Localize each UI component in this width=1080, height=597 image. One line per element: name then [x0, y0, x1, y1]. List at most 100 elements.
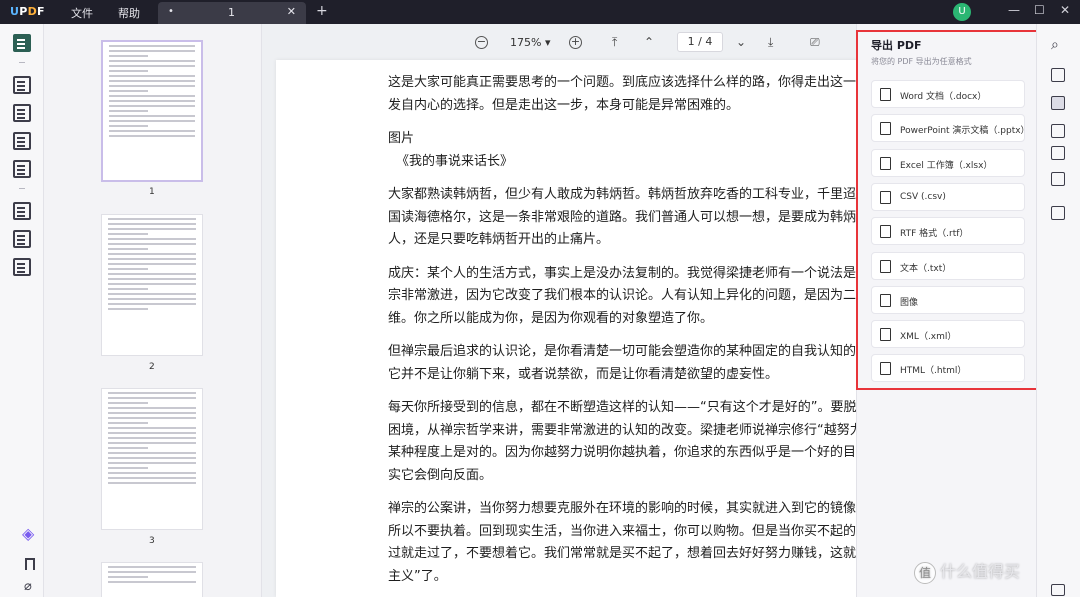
reader-mode-icon[interactable] [13, 34, 31, 52]
comment-list-icon[interactable] [1051, 584, 1065, 596]
menu-help[interactable]: 帮助 [118, 5, 140, 21]
attachment-icon[interactable]: ⌀ [24, 579, 32, 594]
text-icon [880, 259, 891, 273]
document-line: 大家都熟读韩炳哲，但少有人敢成为韩炳哲。韩炳哲放弃吃香的工科专业，千里迢迢 [388, 187, 870, 202]
document-line: 图片 [388, 131, 415, 146]
page-thumbnail-2[interactable] [101, 214, 203, 356]
page-number-input[interactable]: 1 / 4 [677, 32, 723, 52]
bookmark-icon[interactable] [25, 558, 35, 570]
document-line: 维。你之所以能成为你，是因为你观看的对象塑造了你。 [388, 310, 714, 326]
document-paragraph: 大家都熟读韩炳哲，但少有人敢成为韩炳哲。韩炳哲放弃吃香的工科专业，千里迢迢 国读海… [388, 184, 908, 252]
html-icon [880, 362, 891, 376]
email-icon[interactable] [1051, 172, 1065, 186]
export-pdf-icon[interactable] [1051, 96, 1065, 110]
excel-icon [880, 156, 891, 170]
export-pdf-panel: 导出 PDF 将您的 PDF 导出为任意格式 Word 文档（.docx） Pow… [856, 24, 1036, 597]
edit-pdf-icon[interactable] [13, 104, 31, 122]
page-thumbnail-1[interactable] [101, 40, 203, 182]
convert-icon[interactable] [13, 202, 31, 220]
export-option-label: RTF 格式（.rtf） [900, 229, 969, 240]
export-option-label: 文本（.txt） [900, 263, 952, 274]
tab-title: 1 [228, 6, 235, 19]
view-toolbar: − 175% ▾ + ⤒ ⌃ 1 / 4 ⌄ ⤓ ⎚ [262, 24, 855, 60]
document-line: 某种程度上是对的。因为你越努力说明你越执着，你追求的东西似乎是一个好的目标，但其 [388, 445, 909, 460]
fill-sign-icon[interactable] [13, 160, 31, 178]
page-thumbnail-4[interactable] [101, 562, 203, 597]
document-line: 过就走过了，不要想着它。我们常常就是买不起了，想着回去好好努力赚钱，这就是“优绩 [388, 546, 902, 561]
stamp-icon[interactable] [13, 258, 31, 276]
export-option[interactable]: HTML（.html） [871, 354, 1025, 383]
powerpoint-icon [880, 122, 891, 136]
next-page-icon[interactable]: ⌄ [736, 35, 746, 49]
menu-file[interactable]: 文件 [71, 5, 93, 21]
export-option-label: 图像 [900, 297, 919, 308]
close-tab-icon[interactable]: ✕ [287, 5, 296, 18]
document-line: 实它会倒向反面。 [388, 467, 493, 483]
crop-icon[interactable] [13, 230, 31, 248]
close-window-icon[interactable]: ✕ [1060, 3, 1070, 17]
export-option-label: Word 文档（.docx） [900, 92, 987, 102]
export-option[interactable]: 文本（.txt） [871, 251, 1025, 280]
layers-icon[interactable]: ◈ [22, 524, 34, 543]
protect-icon[interactable] [1051, 124, 1065, 138]
export-option[interactable]: CSV (.csv) [871, 182, 1025, 211]
document-line: 成庆：某个人的生活方式，事实上是没办法复制的。我觉得梁捷老师有一个说法是对 [388, 265, 870, 281]
document-paragraph: 图片《我的事说来话长》 [388, 128, 908, 173]
document-paragraph: 成庆：某个人的生活方式，事实上是没办法复制的。我觉得梁捷老师有一个说法是对 宗非常… [388, 263, 908, 331]
export-option-label: HTML（.html） [900, 366, 967, 377]
new-tab-icon[interactable]: + [316, 3, 328, 19]
export-option[interactable]: RTF 格式（.rtf） [871, 217, 1025, 246]
document-line: 它并不是让你躺下来，或者说禁欲，而是让你看清楚欲望的虚妄性。 [388, 366, 779, 382]
rtf-icon [880, 225, 891, 239]
document-line: 所以不要执着。回到现实生活，当你进入来福士，你可以购物。但是当你买不起的时候，走 [388, 523, 909, 539]
user-avatar[interactable]: U [953, 3, 971, 21]
export-option[interactable]: Word 文档（.docx） [871, 80, 1025, 108]
document-line: 禅宗的公案讲，当你努力想要克服外在环境的影响的时候，其实就进入到它的镜像的反面， [388, 501, 909, 516]
save-as-icon[interactable] [1051, 206, 1065, 220]
last-page-icon[interactable]: ⤓ [768, 35, 773, 50]
maximize-icon[interactable]: ☐ [1034, 3, 1045, 17]
presentation-icon[interactable]: ⎚ [810, 35, 820, 50]
document-paragraph: 每天你所接受到的信息，都在不断塑造这样的认知——“只有这个才是好的”。要脱离这样… [388, 397, 921, 487]
search-icon[interactable]: ⌕ [1051, 37, 1059, 53]
left-tool-bar: ◈ ⌀ [0, 24, 44, 597]
organize-pages-icon[interactable] [13, 132, 31, 150]
export-option-label: CSV (.csv) [900, 191, 946, 202]
export-option[interactable]: XML（.xml） [871, 320, 1025, 349]
export-option-label: XML（.xml） [900, 332, 957, 343]
app-window: UPDF 文件 帮助 • 1 ✕ + U — ☐ ✕ ◈ ⌀ 1 2 3 − 1… [0, 0, 1080, 597]
document-paragraph: 但禅宗最后追求的认识论，是你看清楚一切可能会塑造你的某种固定的自我认知的 它并不是… [388, 341, 908, 386]
document-line: 主义”了。 [388, 568, 447, 584]
image-icon [880, 293, 891, 307]
minimize-icon[interactable]: — [1008, 3, 1020, 17]
document-line: 这是大家可能真正需要思考的一个问题。到底应该选择什么样的路，你得走出这一步 [388, 75, 870, 90]
zoom-in-icon[interactable]: + [569, 36, 582, 49]
comment-tool-icon[interactable] [13, 76, 31, 94]
thumbnail-page-number: 1 [149, 187, 155, 197]
document-paragraph: 这是大家可能真正需要思考的一个问题。到底应该选择什么样的路，你得走出这一步 发自内… [388, 72, 908, 117]
export-option[interactable]: PowerPoint 演示文稿（.pptx） [871, 114, 1030, 143]
thumbnail-page-number: 2 [149, 362, 155, 372]
zoom-level[interactable]: 175% ▾ [510, 36, 550, 49]
app-logo: UPDF [10, 5, 45, 18]
watermark-text: 什么值得买 [940, 562, 1021, 581]
title-bar: UPDF 文件 帮助 • 1 ✕ + U — ☐ ✕ [0, 0, 1080, 24]
first-page-icon[interactable]: ⤒ [612, 35, 617, 50]
document-line: 每天你所接受到的信息，都在不断塑造这样的认知——“只有这个才是好的”。要脱离这样… [388, 400, 909, 415]
export-option[interactable]: 图像 [871, 285, 1025, 314]
word-icon [880, 88, 891, 101]
zoom-out-icon[interactable]: − [475, 36, 488, 49]
document-line: 《我的事说来话长》 [396, 153, 514, 169]
watermark: 值什么值得买 [914, 558, 1020, 584]
page-thumbnail-3[interactable] [101, 388, 203, 530]
ocr-icon[interactable] [1051, 68, 1065, 82]
share-icon[interactable] [1051, 146, 1065, 160]
separator [19, 62, 25, 63]
thumbnail-panel: 1 2 3 [44, 24, 262, 597]
document-tab[interactable]: • 1 ✕ [158, 2, 306, 24]
zoom-value: 175% [510, 36, 542, 49]
export-option[interactable]: Excel 工作簿（.xlsx） [871, 148, 1025, 177]
export-option-label: Excel 工作簿（.xlsx） [900, 160, 993, 171]
export-panel-subtitle: 将您的 PDF 导出为任意格式 [871, 57, 972, 66]
previous-page-icon[interactable]: ⌃ [644, 35, 654, 49]
